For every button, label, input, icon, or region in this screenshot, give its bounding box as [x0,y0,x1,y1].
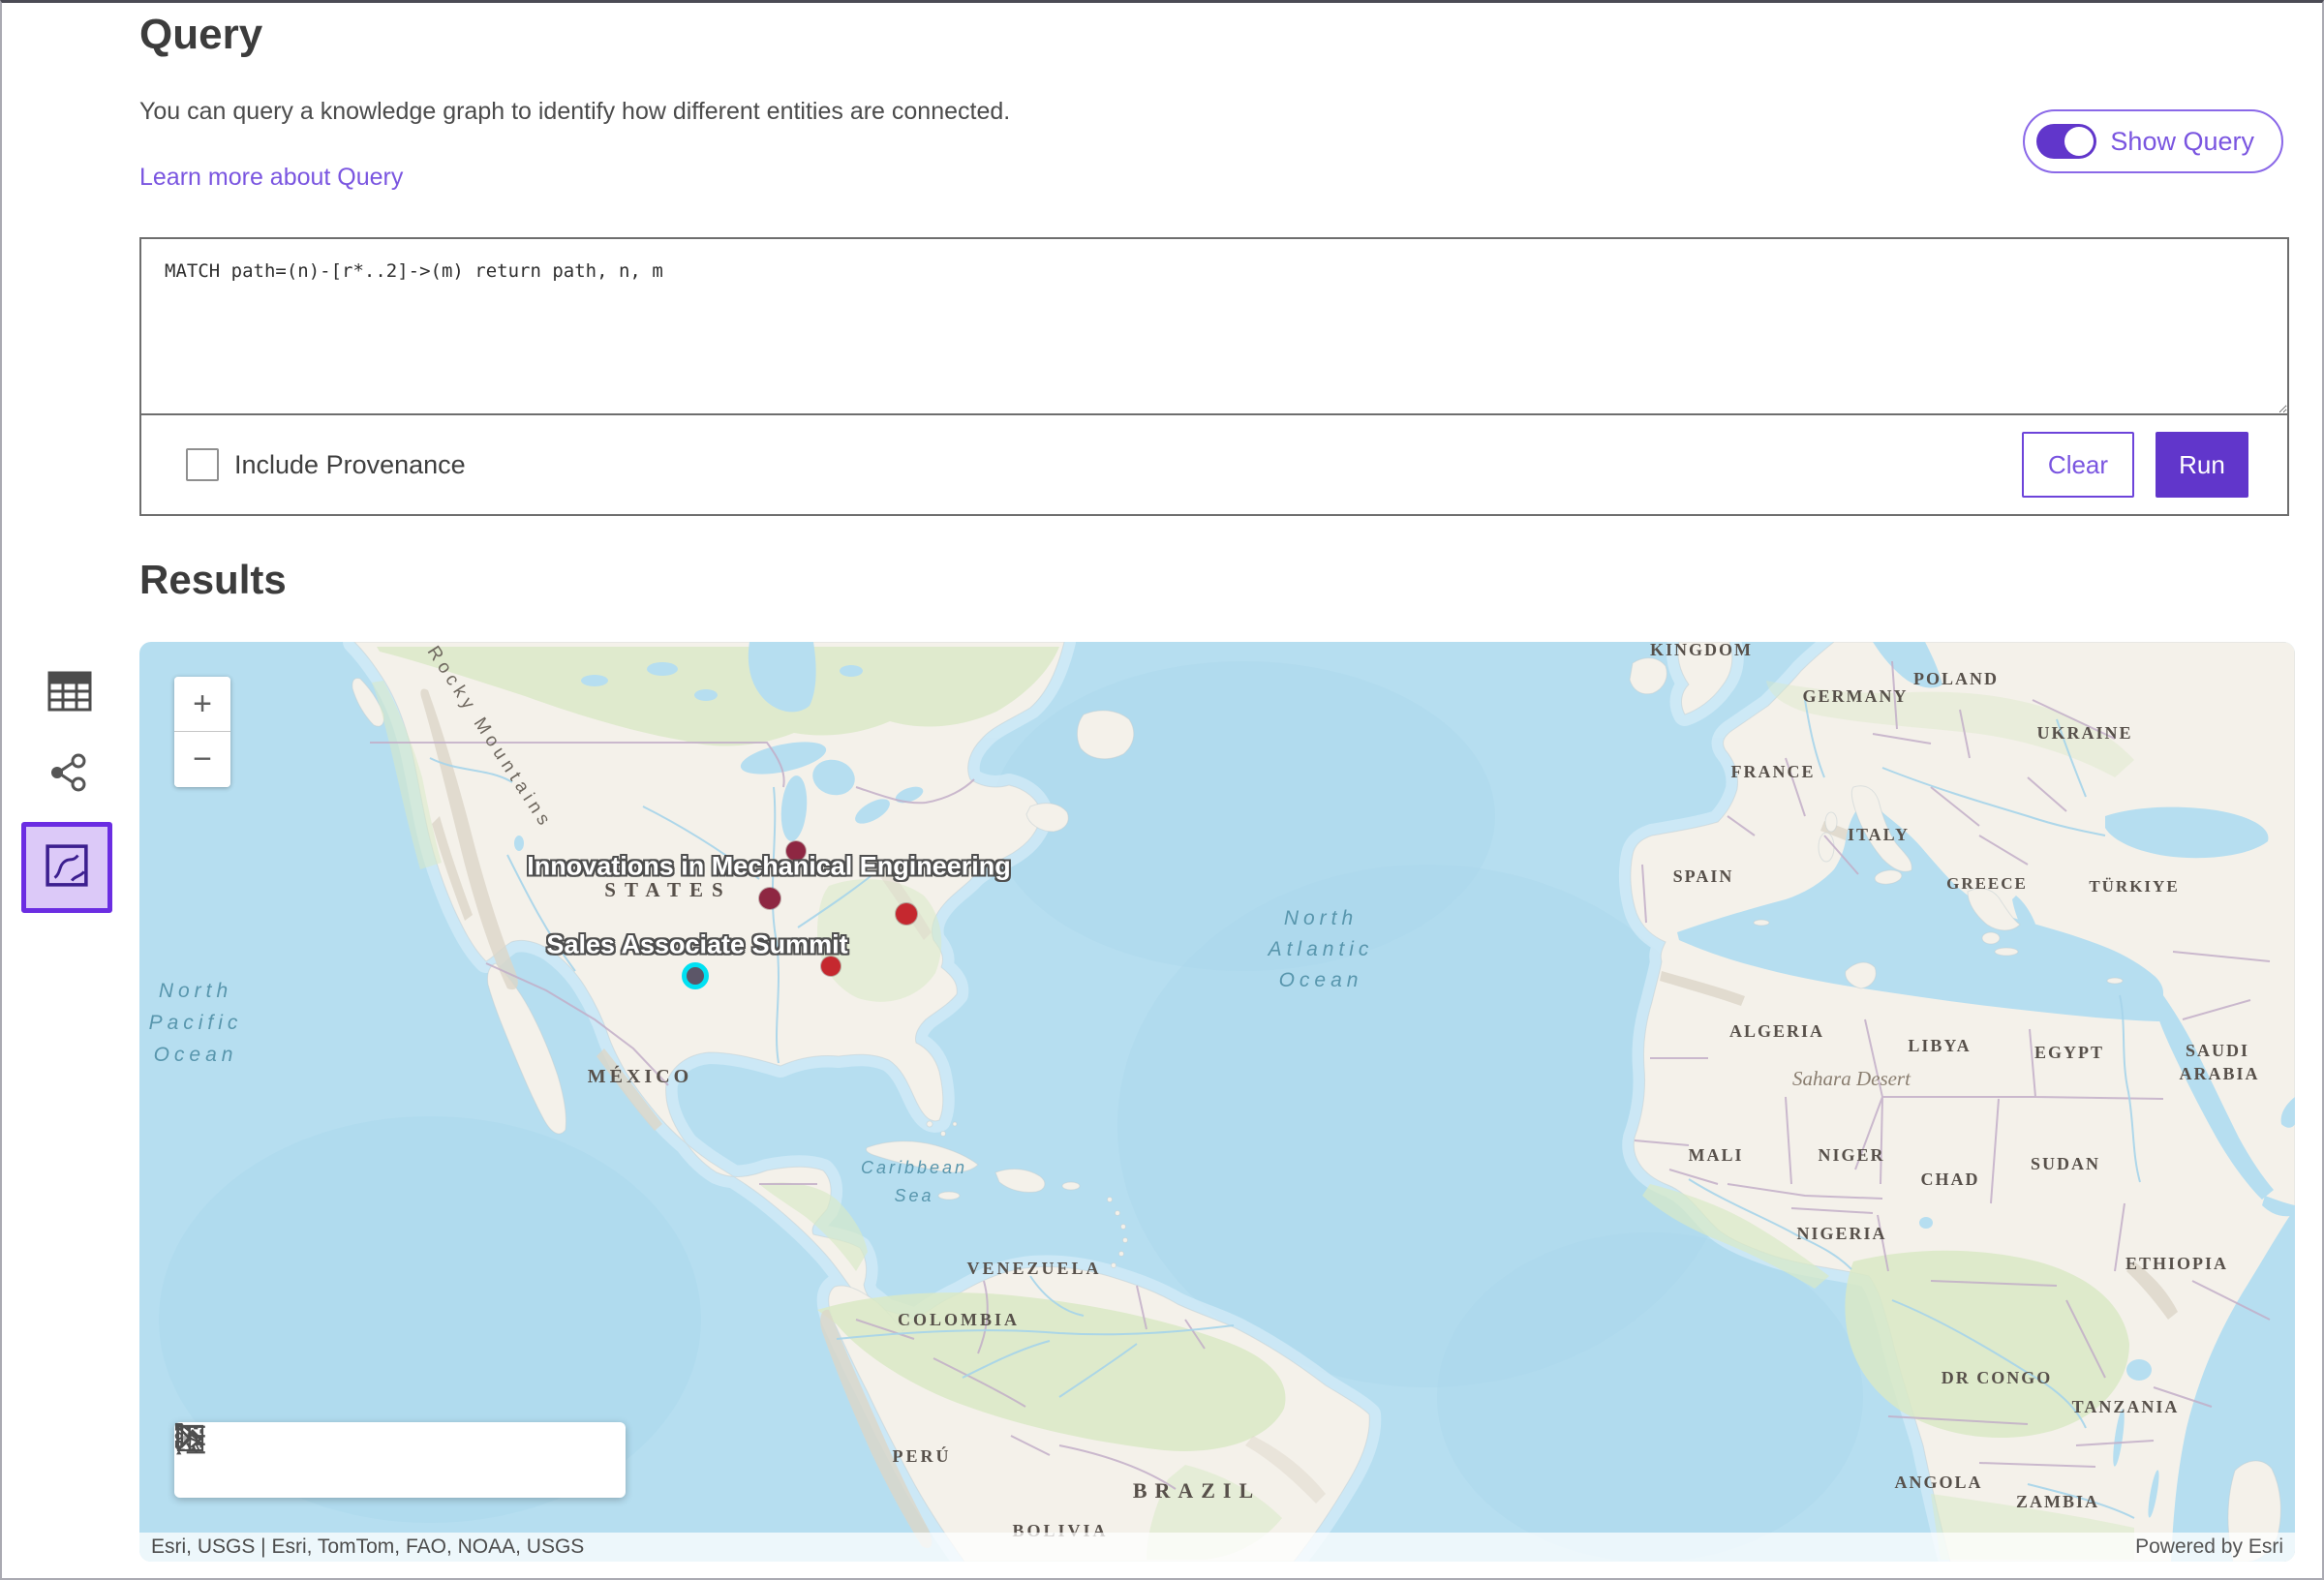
map-country-label: SUDAN [2031,1154,2100,1173]
include-provenance-checkbox[interactable] [186,448,219,481]
map-country-label: FRANCE [1731,762,1816,781]
map-country-label: KINGDOM [1650,642,1753,659]
show-query-label: Show Query [2110,127,2254,157]
map-physical-label: Sahara Desert [1792,1067,1911,1090]
map-country-label: MALI [1689,1145,1744,1165]
link-chart-icon [48,780,91,795]
query-panel: MATCH path=(n)-[r*..2]->(m) return path,… [139,237,2289,516]
map-country-label: GERMANY [1803,686,1909,706]
map-country-label: ETHIOPIA [2125,1254,2228,1273]
map-country-label: TÜRKIYE [2089,877,2179,896]
zoom-out-button[interactable]: − [174,732,230,787]
map-country-label: ANGOLA [1894,1473,1982,1492]
map-point[interactable] [759,888,780,909]
toggle-switch-on[interactable] [2036,124,2096,159]
zoom-control: + − [174,677,230,787]
map-icon [45,843,89,893]
map-country-label: MÉXICO [588,1065,692,1087]
select-polygon-icon[interactable] [469,1439,511,1481]
map-country-label: EGYPT [2034,1043,2104,1062]
map-country-label: PERÚ [893,1445,952,1466]
toggle-knob [2064,127,2094,156]
map-country-label: NIGERIA [1796,1224,1886,1243]
select-features-icon[interactable] [379,1439,421,1481]
map-point[interactable] [896,903,917,925]
map-country-label: VENEZUELA [966,1259,1101,1278]
zoom-in-button[interactable]: + [174,677,230,732]
more-tools-icon[interactable] [558,1439,600,1481]
query-footer: Include Provenance Clear Run [141,415,2287,514]
run-button[interactable]: Run [2156,432,2248,498]
learn-more-link[interactable]: Learn more about Query [139,164,403,192]
map-country-label: ZAMBIA [2016,1492,2099,1511]
page-description: You can query a knowledge graph to ident… [139,98,1010,126]
map-view[interactable]: STATESMÉXICOVENEZUELACOLOMBIAPERÚBRAZILB… [139,642,2295,1562]
attribution-sources: Esri, USGS | Esri, TomTom, FAO, NOAA, US… [151,1535,584,1559]
table-icon [47,700,92,714]
map-view-button[interactable] [21,822,112,913]
map-country-label: SPAIN [1673,866,1734,886]
map-toolbar [174,1422,626,1498]
page-title: Query [139,11,262,59]
map-entity-label[interactable]: Sales Associate Summit [546,930,847,960]
map-country-label: GREECE [1946,874,2028,893]
map-country-label: BRAZIL [1133,1478,1261,1503]
map-country-label: DR CONGO [1942,1368,2053,1387]
results-title: Results [139,557,287,603]
show-query-toggle[interactable]: Show Query [2023,109,2283,173]
table-view-button[interactable] [45,667,95,717]
map-entity-label[interactable]: Innovations in Mechanical Engineering [527,852,1011,882]
map-country-label: ARABIA [2179,1064,2259,1083]
map-country-label: STATES [604,878,731,901]
link-chart-view-button[interactable] [45,748,95,799]
include-provenance-label: Include Provenance [234,450,466,480]
map-country-label: NIGER [1818,1145,1884,1165]
pointer-icon[interactable] [290,1439,332,1481]
map-point-selected[interactable] [682,962,709,989]
map-country-label: COLOMBIA [898,1310,1020,1329]
map-country-label: SAUDI [2186,1041,2249,1060]
map-country-label: POLAND [1913,669,1999,688]
clear-button[interactable]: Clear [2022,432,2134,498]
query-page: Query You can query a knowledge graph to… [0,0,2324,1580]
map-ocean-label: NorthPacificOcean [149,980,243,1066]
map-country-label: TANZANIA [2072,1397,2180,1416]
map-country-label: ITALY [1848,825,1910,844]
map-country-label: LIBYA [1908,1036,1971,1055]
map-country-label: UKRAINE [2036,723,2132,743]
map-country-label: CHAD [1921,1170,1980,1189]
query-input[interactable]: MATCH path=(n)-[r*..2]->(m) return path,… [141,239,2287,415]
map-attribution: Esri, USGS | Esri, TomTom, FAO, NOAA, US… [139,1533,2295,1562]
map-country-label: ALGERIA [1729,1021,1824,1041]
powered-by-esri: Powered by Esri [2135,1535,2283,1559]
